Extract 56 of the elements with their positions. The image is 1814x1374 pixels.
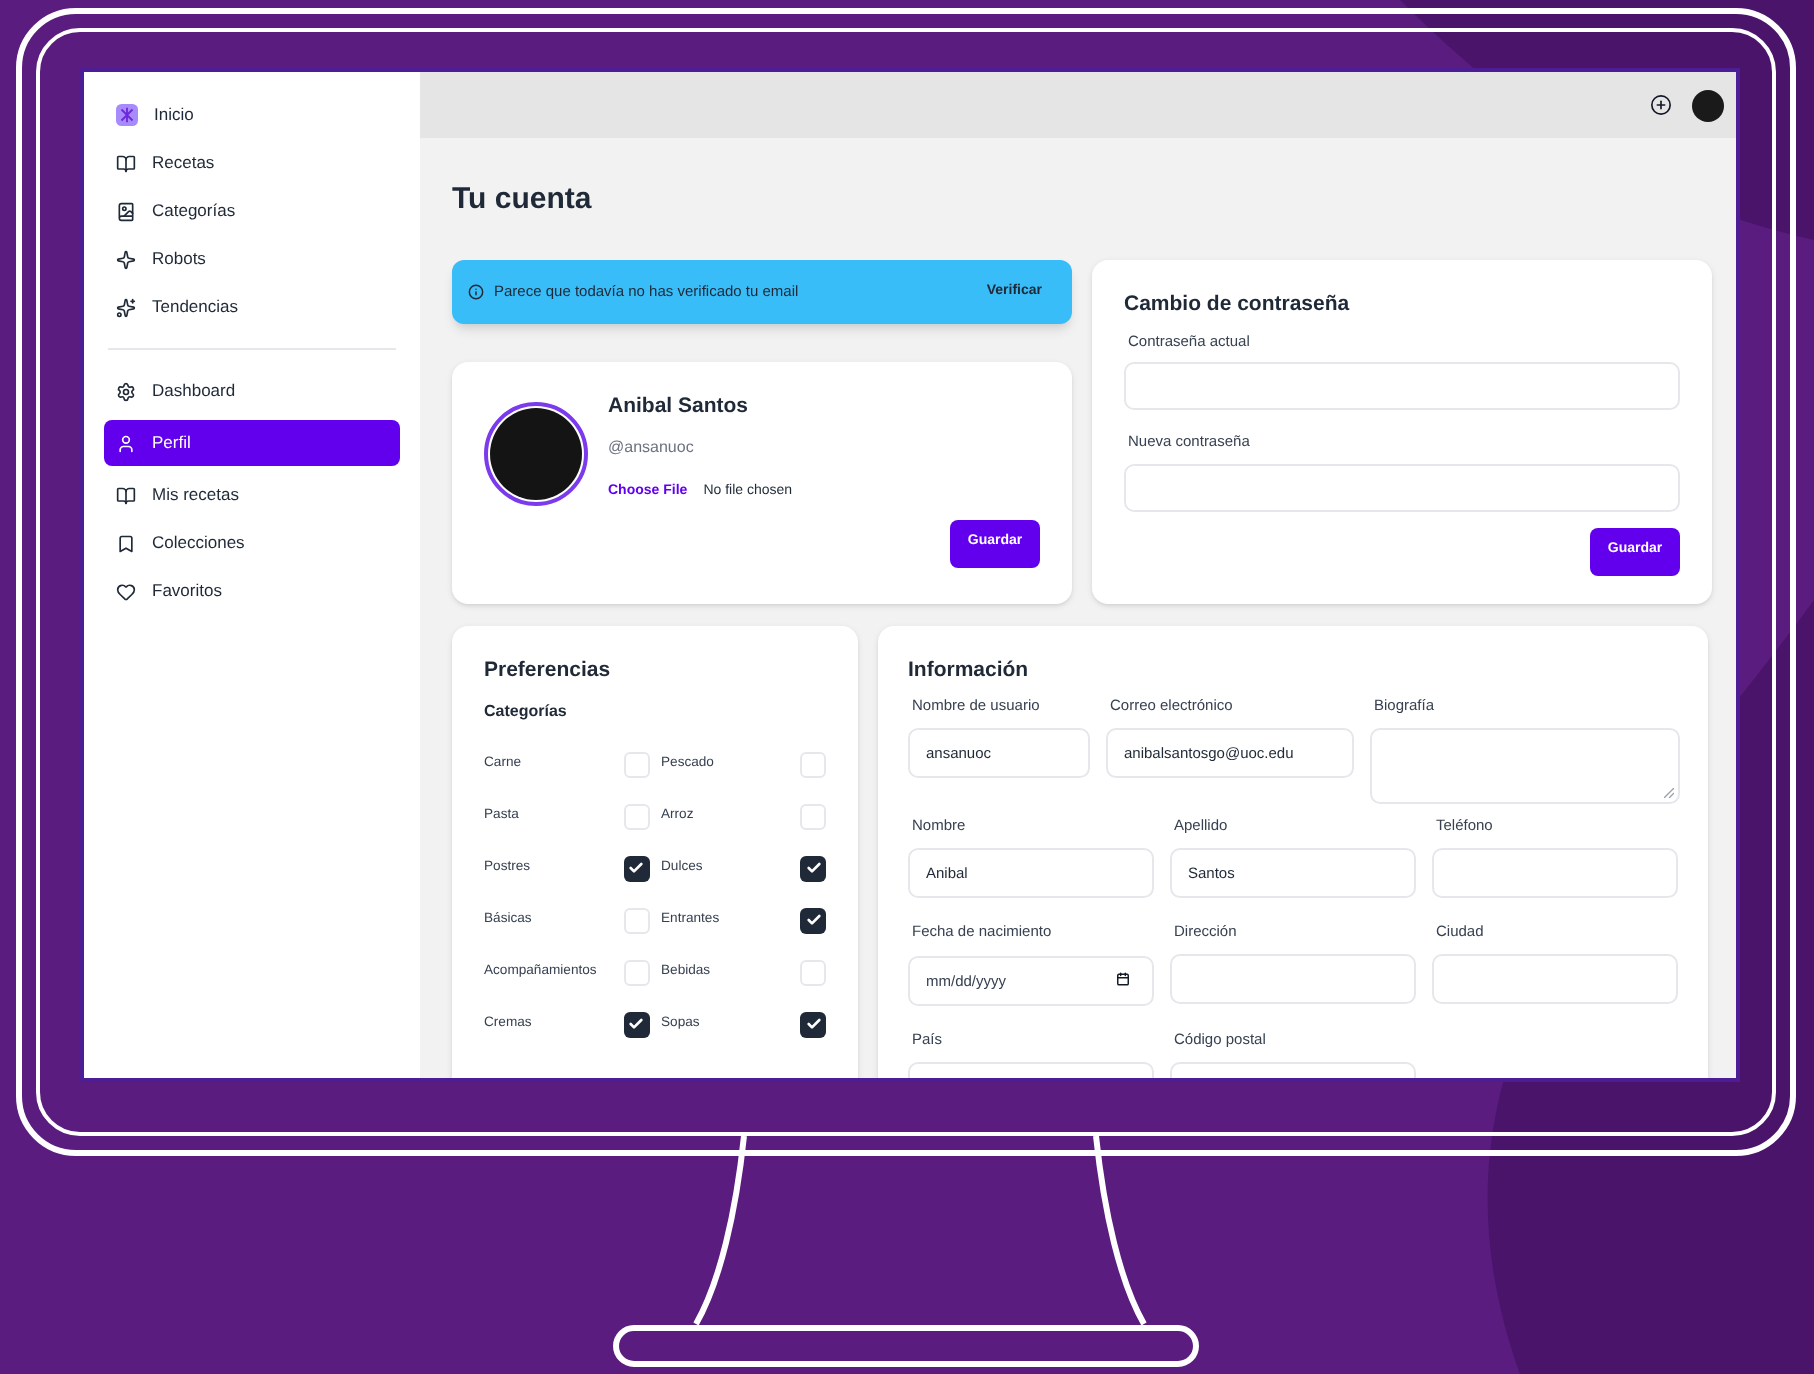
- password-field[interactable]: [1124, 362, 1680, 411]
- check-icon: [805, 1016, 821, 1032]
- add-icon[interactable]: [1650, 94, 1672, 116]
- check-icon: [805, 912, 821, 928]
- resize-handle-icon: [1664, 788, 1674, 798]
- profile-name: Anibal Santos: [608, 394, 751, 420]
- checkbox[interactable]: [800, 803, 826, 829]
- input-field[interactable]: [1432, 848, 1678, 898]
- sidebar-item[interactable]: Categorías: [104, 192, 400, 230]
- checkbox[interactable]: [800, 751, 826, 777]
- heart-icon: [116, 581, 136, 601]
- password-field[interactable]: [1124, 463, 1680, 511]
- checkbox[interactable]: [623, 803, 649, 829]
- card-title: Cambio de contraseña: [1124, 292, 1352, 318]
- calendar-icon[interactable]: [1116, 972, 1130, 986]
- card-title: Preferencias: [484, 658, 613, 684]
- sparkle-icon: [116, 249, 136, 269]
- sidebar-item[interactable]: Tendencias: [104, 288, 400, 326]
- profile-handle: @ansanuoc: [608, 436, 696, 460]
- page-title: Tu cuenta: [452, 182, 594, 218]
- check-icon: [805, 860, 821, 876]
- sidebar-item[interactable]: Colecciones: [104, 524, 400, 562]
- input-field[interactable]: [1170, 954, 1416, 1004]
- logo-icon: [116, 104, 138, 126]
- sidebar-item[interactable]: Mis recetas: [104, 476, 400, 514]
- sidebar-item[interactable]: Recetas: [104, 144, 400, 182]
- sparkles-icon: [116, 297, 136, 317]
- checkbox[interactable]: [623, 959, 649, 985]
- bookmark-icon: [116, 533, 136, 553]
- checkbox[interactable]: [623, 751, 649, 777]
- textarea-field[interactable]: [1370, 728, 1680, 804]
- section-subtitle: Categorías: [484, 700, 569, 724]
- checkbox[interactable]: [800, 907, 826, 933]
- sidebar-item[interactable]: Favoritos: [104, 572, 400, 610]
- book-icon: [116, 485, 136, 505]
- book-icon: [116, 153, 136, 173]
- sidebar-item[interactable]: Inicio: [104, 96, 400, 134]
- checkbox[interactable]: [800, 959, 826, 985]
- sidebar-item[interactable]: Robots: [104, 240, 400, 278]
- settings-icon: [116, 381, 136, 401]
- sidebar-item[interactable]: Dashboard: [104, 372, 400, 410]
- info-icon: [468, 284, 484, 300]
- avatar-photo-placeholder[interactable]: [1692, 89, 1724, 121]
- card-title: Información: [908, 658, 1031, 684]
- user-icon: [116, 433, 136, 453]
- profile-photo-placeholder: [484, 402, 588, 506]
- check-icon: [628, 860, 644, 876]
- checkbox[interactable]: [800, 1011, 826, 1037]
- checkbox[interactable]: [800, 855, 826, 881]
- checkbox[interactable]: [623, 855, 649, 881]
- check-icon: [628, 1016, 644, 1032]
- checkbox[interactable]: [623, 1011, 649, 1037]
- image-book-icon: [116, 201, 136, 221]
- input-field[interactable]: [1432, 954, 1678, 1004]
- checkbox[interactable]: [623, 907, 649, 933]
- sidebar-item[interactable]: Perfil: [104, 420, 400, 466]
